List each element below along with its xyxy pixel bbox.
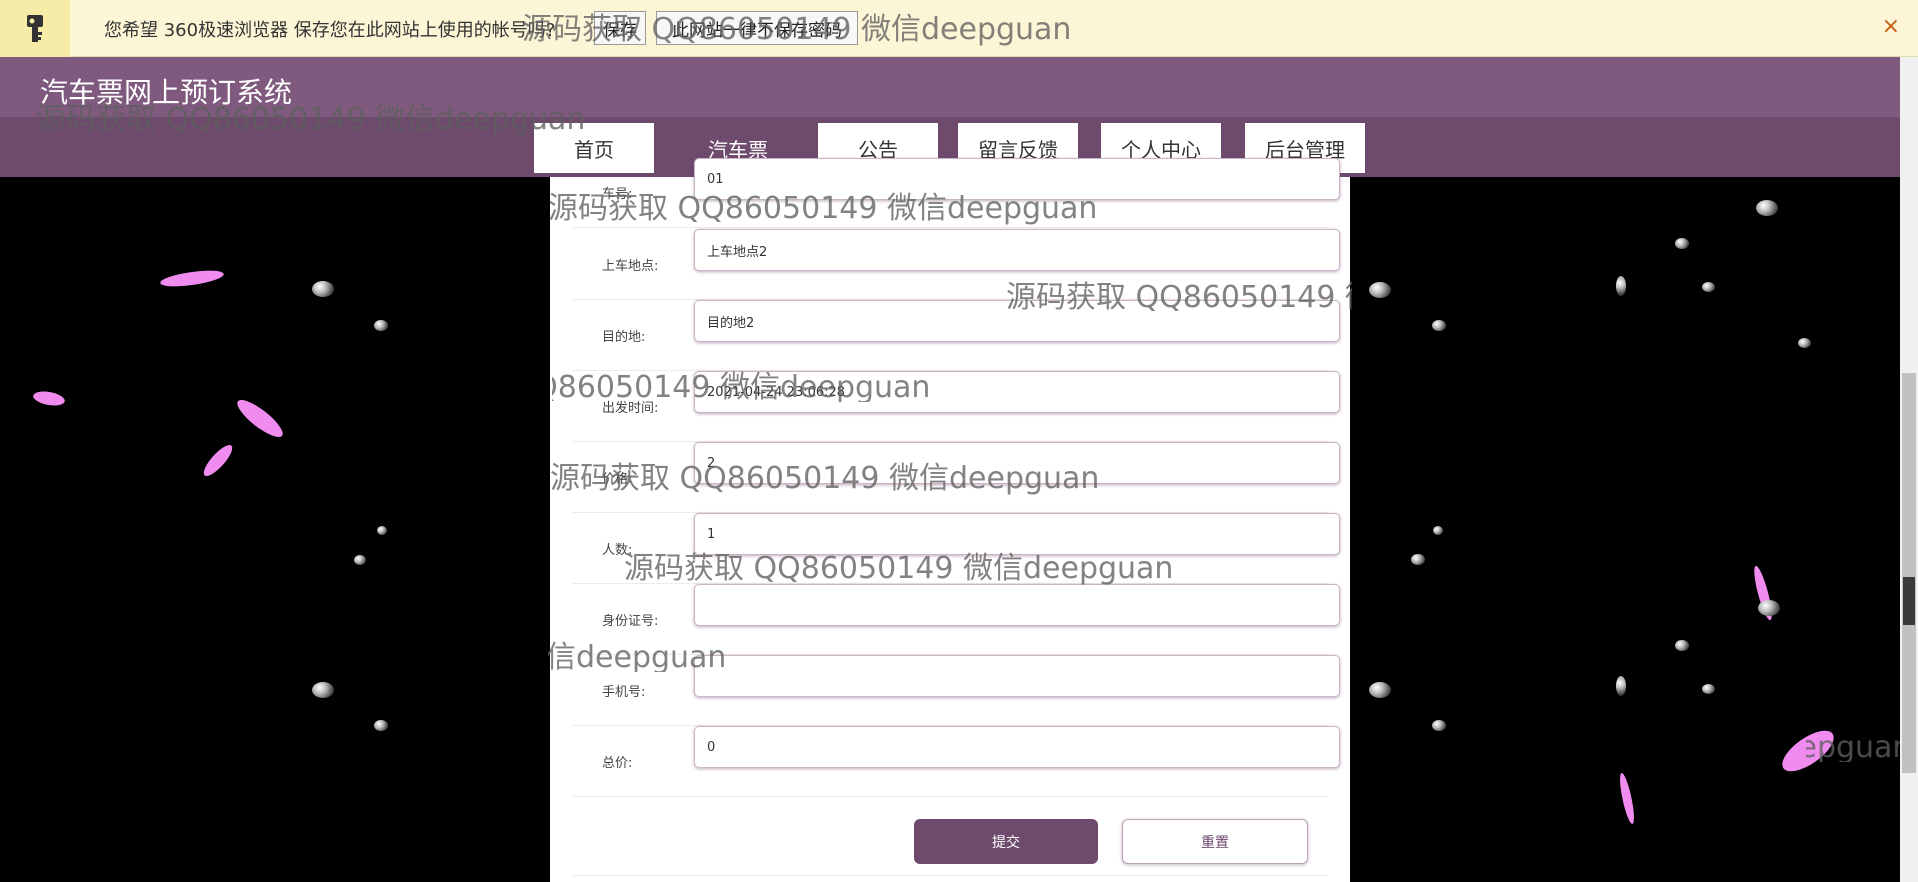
petal-decoration [32,389,66,408]
water-drop-decoration [1616,676,1626,696]
water-drop-decoration [377,526,387,535]
watermark-text: 源码获取 QQ86050149 微信deepguan [1806,730,1900,762]
submit-button[interactable]: 提交 [914,819,1098,864]
water-drop-decoration [1758,600,1780,616]
water-drop-decoration [1411,554,1425,565]
close-icon[interactable]: × [1882,14,1900,39]
passenger-count-input[interactable] [694,513,1340,555]
key-icon [0,0,70,57]
boarding-place-label: 上车地点: [602,259,659,274]
bus-number-label: 车号: [602,187,633,202]
watermark-text: 源码获取 QQ86050149 微信deepguan [1006,280,1352,312]
id-number-input[interactable] [694,584,1340,626]
total-price-label: 总价: [602,756,633,771]
water-drop-decoration [354,555,366,565]
scrollbar-marker [1903,577,1915,625]
water-drop-decoration [312,682,334,698]
petal-decoration [1617,772,1637,825]
petal-decoration [232,394,288,443]
scrollbar-thumb[interactable] [1902,373,1916,773]
water-drop-decoration [1433,526,1443,535]
watermark-clip: 源码获取 QQ86050149 微信deepguan [1806,718,1900,762]
water-drop-decoration [1369,682,1391,698]
phone-input[interactable] [694,655,1340,697]
boarding-place-input[interactable] [694,229,1340,271]
never-save-password-button[interactable]: 此网站一律不保存密码 [656,11,858,45]
watermark-text: 源码获取 QQ86050149 微信deepguan [552,370,931,402]
water-drop-decoration [1432,720,1446,731]
watermark-clip: 源码获取 QQ86050149 微信deepguan [548,628,748,672]
petal-decoration [159,267,225,290]
page-scrollbar[interactable] [1900,57,1918,882]
watermark-text: 源码获取 QQ86050149 微信deepguan [548,640,727,672]
watermark-clip: 源码获取 QQ86050149 微信deepguan [552,358,952,402]
total-price-input[interactable] [694,726,1340,768]
water-drop-decoration [1432,320,1446,331]
water-drop-decoration [312,281,334,297]
water-drop-decoration [1369,282,1391,298]
water-drop-decoration [374,320,388,331]
bus-number-input[interactable] [694,158,1340,200]
watermark-clip: 源码获取 QQ86050149 微信deepguan [1006,268,1352,312]
water-drop-decoration [1702,684,1715,694]
petal-decoration [199,441,237,480]
passenger-count-label: 人数: [602,543,633,558]
form-row-bus-number: 车号: [572,157,1340,228]
form-row-price: 价格: [572,442,1340,513]
water-drop-decoration [1675,238,1689,249]
water-drop-decoration [1675,640,1689,651]
password-save-bar: 您希望 360极速浏览器 保存您在此网站上使用的帐号吗? 保存 此网站一律不保存… [0,0,1918,57]
form-row-passenger-count: 人数: [572,513,1340,584]
water-drop-decoration [374,720,388,731]
water-drop-decoration [1702,282,1715,292]
password-bar-message: 您希望 360极速浏览器 保存您在此网站上使用的帐号吗? [104,20,556,41]
water-drop-decoration [1616,276,1626,296]
site-header: 汽车票网上预订系统 [0,57,1900,117]
water-drop-decoration [1756,200,1778,216]
price-input[interactable] [694,442,1340,484]
price-label: 价格: [602,472,633,487]
reset-button[interactable]: 重置 [1122,819,1308,864]
form-divider [572,875,1328,876]
water-drop-decoration [1798,338,1811,348]
site-title: 汽车票网上预订系统 [40,76,293,109]
form-row-total-price: 总价: [572,726,1340,797]
save-password-button[interactable]: 保存 [594,11,646,45]
